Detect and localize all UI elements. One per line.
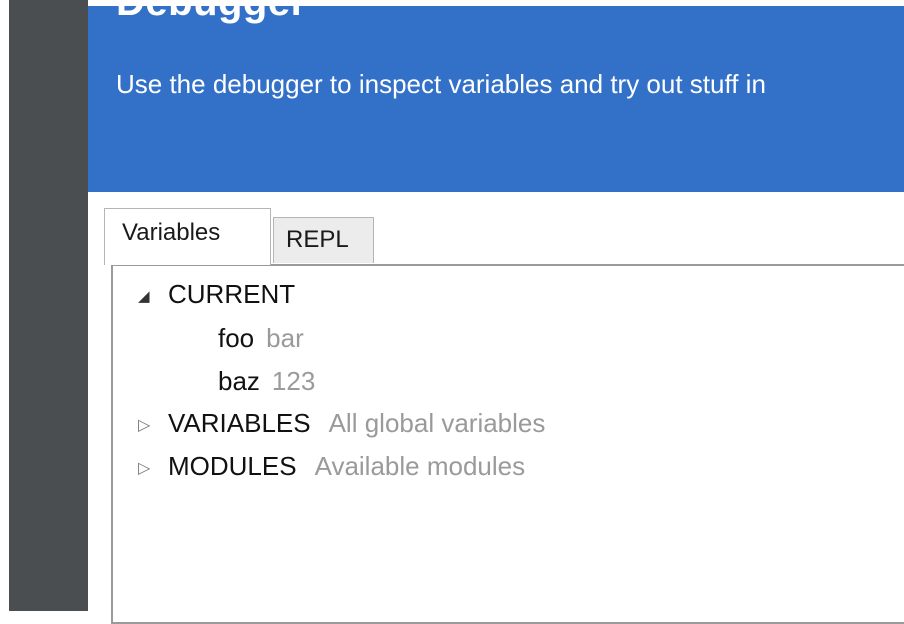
tree-item-baz[interactable]: baz 123 xyxy=(218,366,315,397)
tab-variables[interactable]: Variables xyxy=(104,208,271,265)
page-subtitle: Use the debugger to inspect variables an… xyxy=(116,69,766,99)
tree-node-variables-label: VARIABLES xyxy=(168,408,311,438)
variable-key: foo xyxy=(218,323,255,353)
tree-node-modules-label: MODULES xyxy=(168,451,297,481)
sidebar xyxy=(9,0,88,611)
variable-value: 123 xyxy=(271,366,316,396)
tree-node-current-label: CURRENT xyxy=(168,279,296,309)
tree-item-foo[interactable]: foo bar xyxy=(218,323,304,354)
variable-key: baz xyxy=(218,366,260,396)
tree-node-modules[interactable]: MODULES Available modules xyxy=(168,451,525,482)
tree-node-variables[interactable]: VARIABLES All global variables xyxy=(168,408,545,439)
triangle-down-icon[interactable]: ◢ xyxy=(138,287,150,305)
left-edge xyxy=(0,0,9,611)
variables-panel xyxy=(111,264,904,624)
tab-repl-label: REPL xyxy=(286,226,349,253)
tree-node-current[interactable]: CURRENT xyxy=(168,279,295,310)
variable-value: bar xyxy=(266,323,304,353)
tree-node-variables-description: All global variables xyxy=(328,408,546,438)
tree-node-modules-description: Available modules xyxy=(314,451,526,481)
debugger-header: Debugger Use the debugger to inspect var… xyxy=(88,6,904,192)
tab-repl[interactable]: REPL xyxy=(273,217,374,263)
page-title: Debugger xyxy=(116,6,307,25)
triangle-right-icon[interactable]: ▷ xyxy=(138,458,150,478)
triangle-right-icon[interactable]: ▷ xyxy=(138,415,150,435)
tab-variables-label: Variables xyxy=(122,219,221,246)
